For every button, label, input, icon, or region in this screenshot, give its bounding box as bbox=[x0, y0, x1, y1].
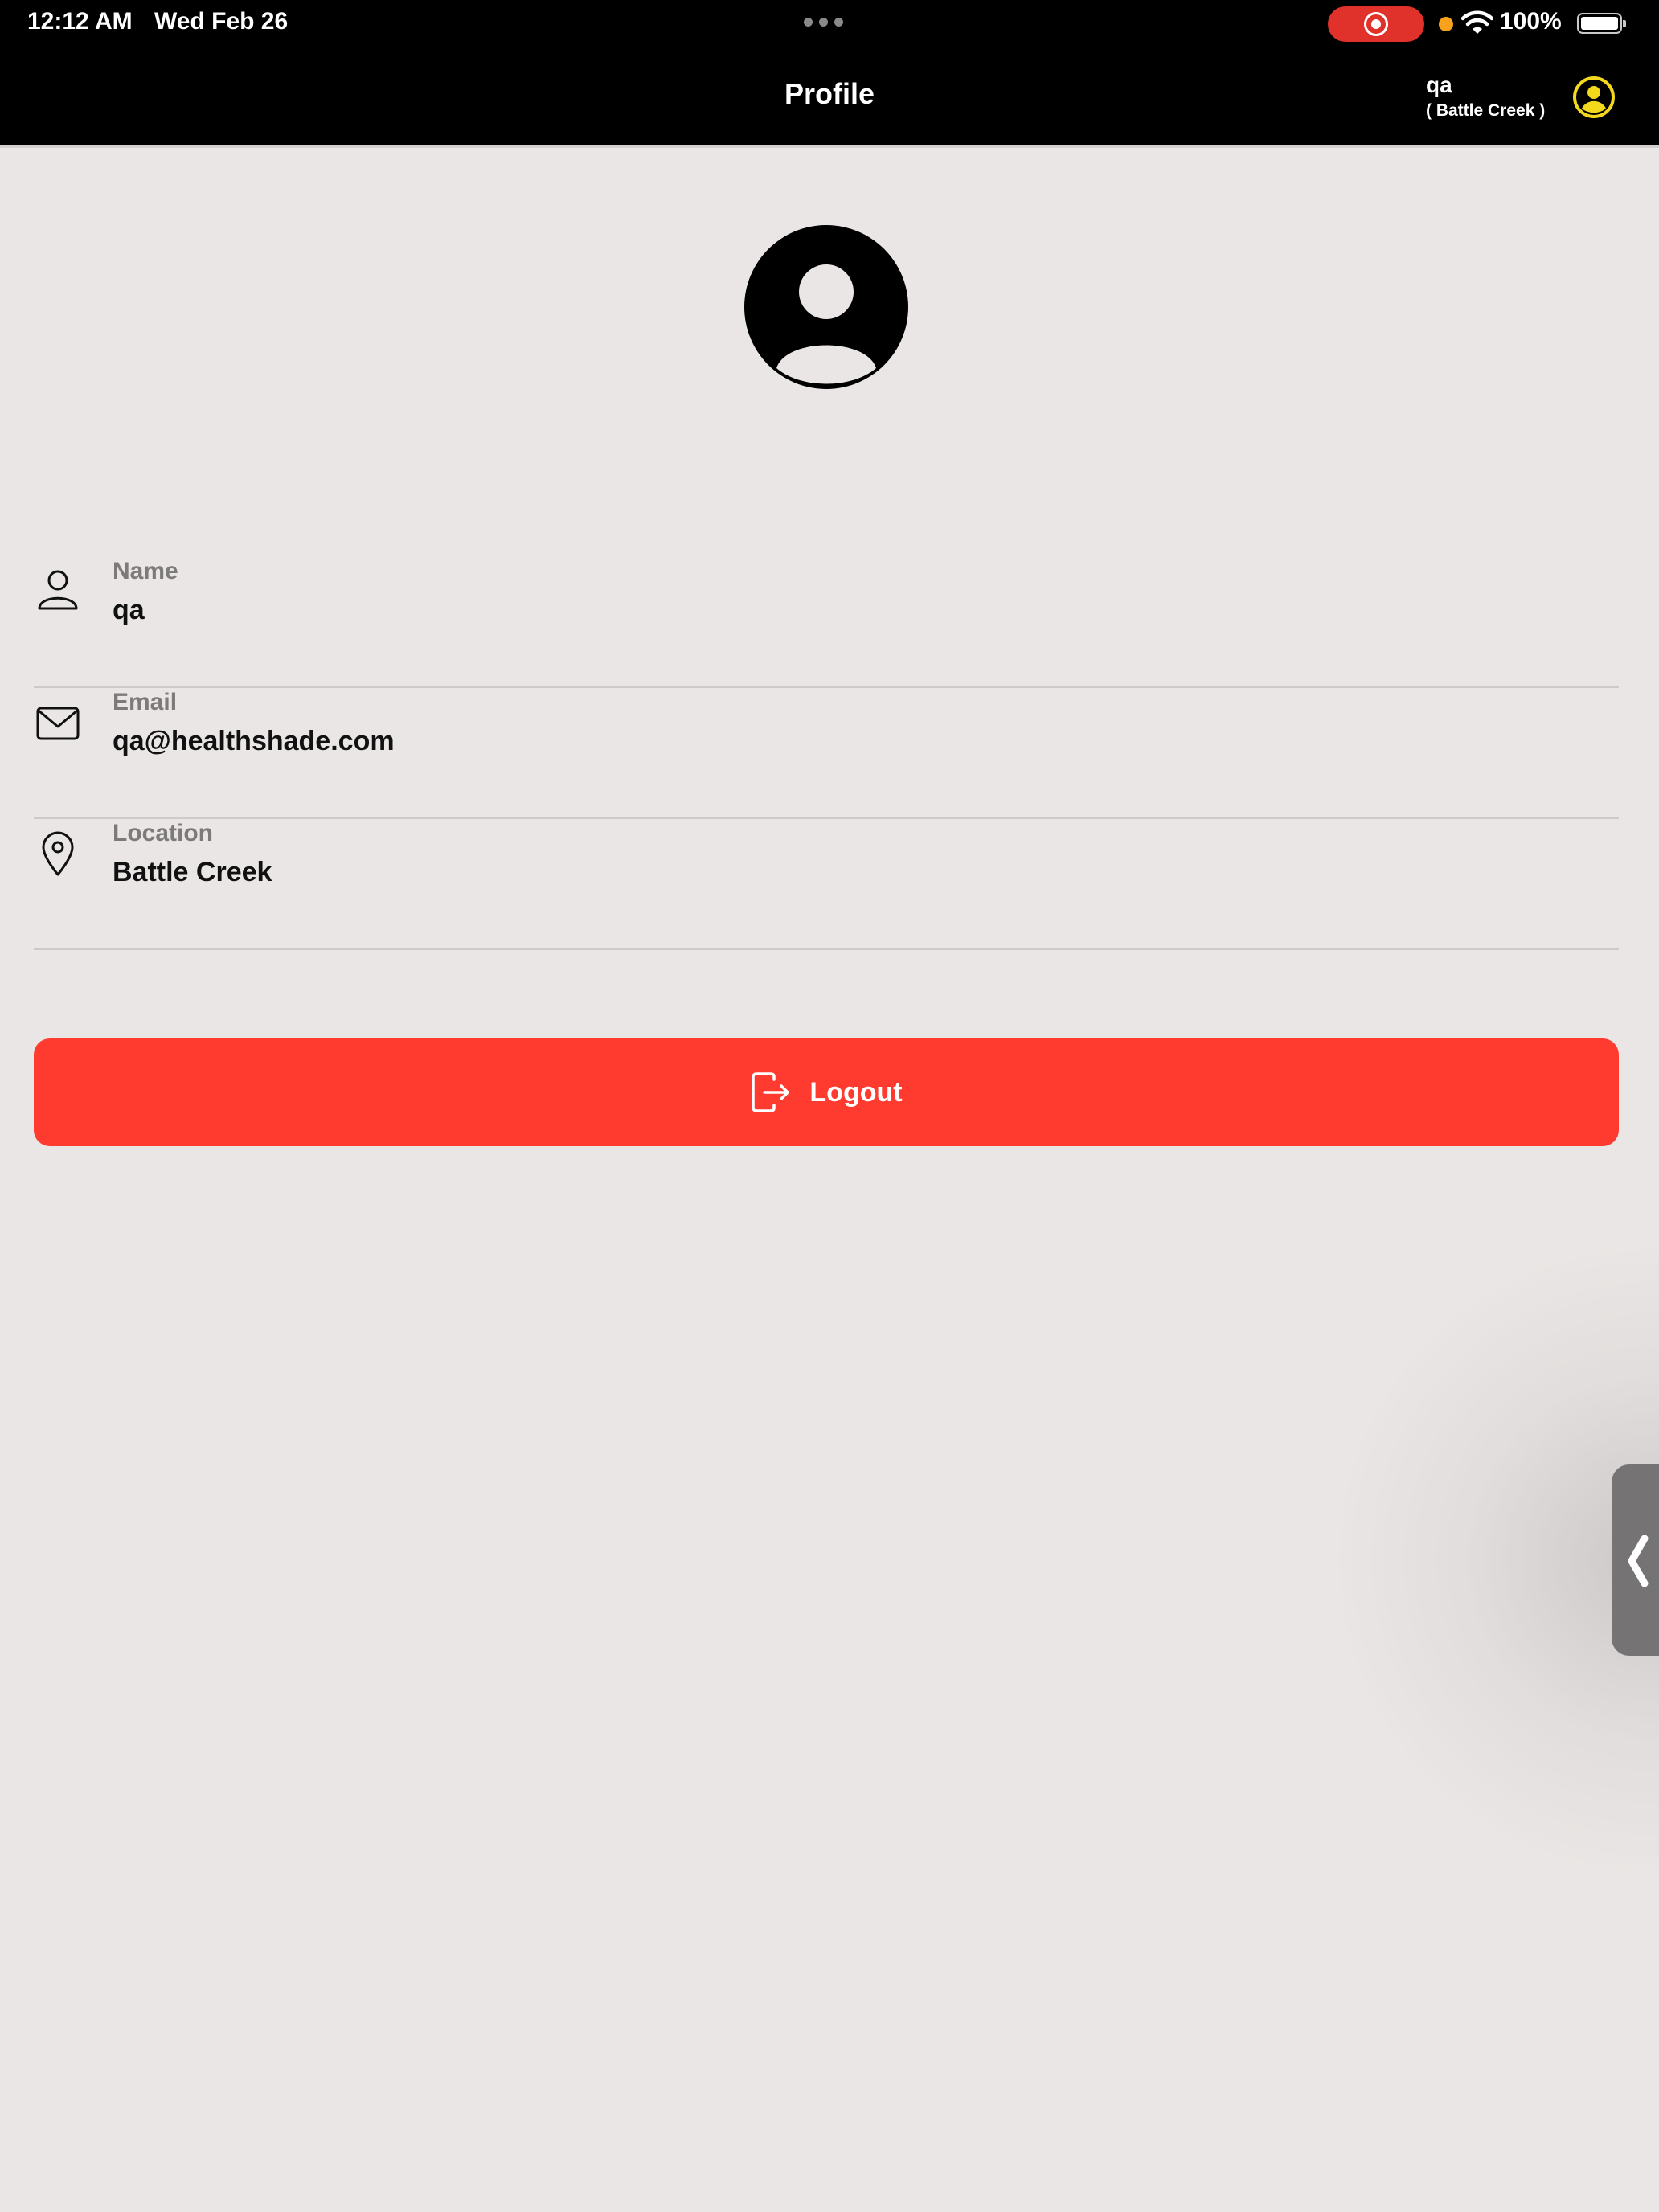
status-time: 12:12 AM bbox=[27, 8, 133, 35]
battery-percent: 100% bbox=[1500, 8, 1562, 35]
page-title: Profile bbox=[784, 77, 875, 110]
user-circle-icon[interactable] bbox=[1572, 76, 1616, 119]
wifi-icon bbox=[1461, 10, 1493, 34]
location-label: Location bbox=[113, 820, 213, 846]
orange-dot-indicator bbox=[1439, 17, 1453, 31]
email-value: qa@healthshade.com bbox=[113, 726, 395, 756]
profile-avatar bbox=[744, 225, 908, 389]
header-user-name: qa bbox=[1426, 72, 1452, 97]
profile-screen: 12:12 AM Wed Feb 26 100% Profile qa ( Ba… bbox=[0, 0, 1659, 2212]
name-label: Name bbox=[113, 558, 178, 584]
logout-icon bbox=[752, 1072, 790, 1112]
more-dots-icon[interactable] bbox=[804, 18, 843, 27]
location-row: Location Battle Creek bbox=[34, 820, 1619, 950]
screen-record-icon[interactable] bbox=[1328, 6, 1424, 42]
location-value: Battle Creek bbox=[113, 857, 272, 887]
chevron-left-icon bbox=[1628, 1535, 1649, 1587]
name-row: Name qa bbox=[34, 558, 1619, 688]
person-icon bbox=[38, 570, 78, 610]
email-label: Email bbox=[113, 689, 178, 715]
mail-icon bbox=[36, 707, 80, 740]
status-date: Wed Feb 26 bbox=[154, 8, 289, 35]
battery-fill bbox=[1581, 17, 1618, 30]
header-divider bbox=[0, 145, 1659, 148]
location-pin-icon bbox=[42, 831, 74, 876]
logout-button[interactable]: Logout bbox=[34, 1038, 1619, 1146]
name-value: qa bbox=[113, 595, 145, 625]
side-handle-shadow bbox=[1326, 1238, 1659, 1881]
email-row: Email qa@healthshade.com bbox=[34, 689, 1619, 819]
header-user-location: ( Battle Creek ) bbox=[1426, 101, 1546, 120]
logout-label: Logout bbox=[809, 1076, 903, 1108]
battery-icon bbox=[1577, 13, 1626, 34]
top-bar: 12:12 AM Wed Feb 26 100% Profile qa ( Ba… bbox=[0, 0, 1659, 145]
side-drawer-handle[interactable] bbox=[1612, 1464, 1659, 1656]
